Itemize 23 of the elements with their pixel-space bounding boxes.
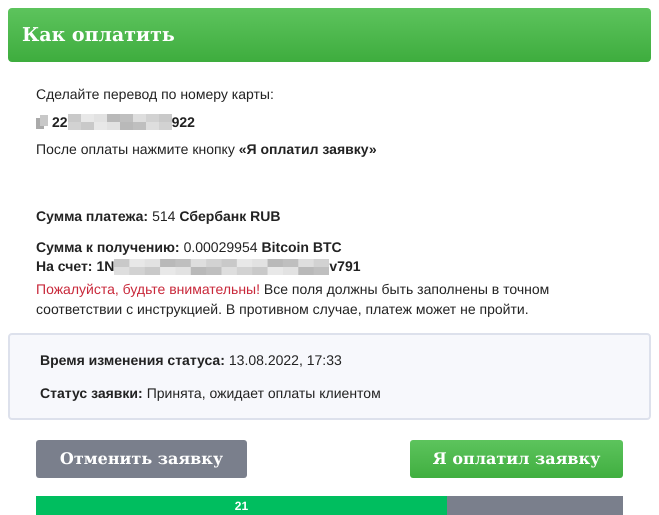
header-title: Как оплатить xyxy=(22,22,175,48)
after-payment-text: После оплаты нажмите кнопку «Я оплатил заявку» xyxy=(36,140,378,159)
status-label: Время изменения статуса: xyxy=(40,350,225,370)
warning-text: Пожалуйста, будьте внимательны! Все поля должны быть заполнены в точном соответствии с инструкцией. В противном случае, платеж может не пройти. xyxy=(36,280,550,319)
receive-amount-value: 0.00029954 xyxy=(184,238,258,257)
account-label: На счет: xyxy=(36,257,92,276)
card-number-end: 922 xyxy=(172,112,195,132)
payment-amount-label: Сумма платежа: xyxy=(36,207,148,226)
account-end: v791 xyxy=(329,257,361,276)
account-start: 1N xyxy=(96,257,114,276)
status-value: 13.08.2022, 17:33 xyxy=(228,350,342,370)
confirm-button[interactable]: Я оплатил заявку xyxy=(410,440,623,478)
cancel-button[interactable]: Отменить заявку xyxy=(36,440,247,478)
payment-amount-value: 514 xyxy=(152,207,176,226)
payment-currency: Сбербанк RUB xyxy=(179,207,280,226)
progress-label: 21 xyxy=(234,498,248,514)
receive-amount-label: Сумма к получению: xyxy=(36,238,180,257)
copy-icon[interactable] xyxy=(36,115,48,129)
receive-currency: Bitcoin BTC xyxy=(262,238,342,257)
card-number-start: 22 xyxy=(52,112,68,132)
status-label: Статус заявки: xyxy=(40,384,143,403)
instruction-text: Сделайте перевод по номеру карты: xyxy=(36,85,275,104)
status-value: Принята, ожидает оплаты клиентом xyxy=(146,384,381,403)
